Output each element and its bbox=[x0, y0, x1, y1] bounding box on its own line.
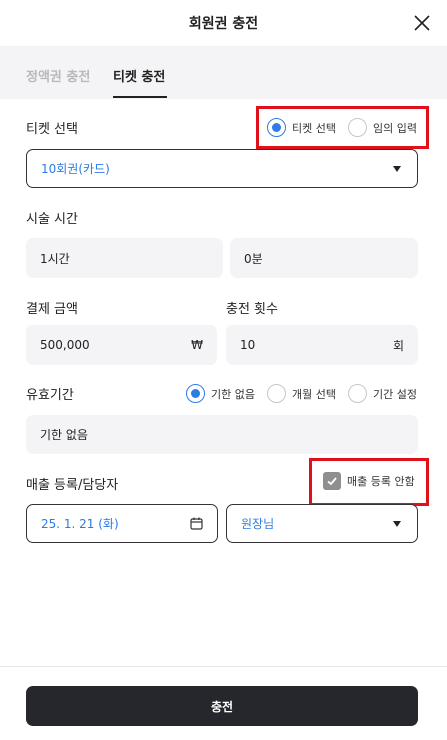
minutes-value: 0분 bbox=[244, 251, 263, 266]
caret-down-icon bbox=[393, 520, 401, 527]
radio-no-expiry[interactable]: 기한 없음 bbox=[186, 384, 255, 403]
hours-value: 1시간 bbox=[40, 251, 70, 266]
caret-down-icon bbox=[393, 165, 401, 172]
payment-amount-value: 500,000 bbox=[40, 338, 90, 352]
won-unit: ₩ bbox=[191, 338, 203, 352]
validity-field[interactable]: 기한 없음 bbox=[26, 415, 418, 454]
treatment-time-label: 시술 시간 bbox=[26, 212, 78, 227]
radio-label: 기간 설정 bbox=[373, 387, 417, 401]
tab-ticket-recharge[interactable]: 티켓 충전 bbox=[113, 66, 165, 85]
validity-label: 유효기간 bbox=[26, 388, 74, 403]
staff-value: 원장님 bbox=[241, 517, 275, 531]
radio-label: 티켓 선택 bbox=[292, 121, 336, 135]
radio-button[interactable] bbox=[348, 118, 367, 137]
radio-label: 개월 선택 bbox=[292, 387, 336, 401]
check-icon bbox=[327, 477, 337, 486]
payment-amount-label: 결제 금액 bbox=[26, 302, 78, 317]
date-value: 25. 1. 21 (화) bbox=[41, 517, 119, 531]
minutes-field[interactable]: 0분 bbox=[230, 238, 418, 278]
hours-field[interactable]: 1시간 bbox=[26, 238, 223, 278]
radio-period-setting[interactable]: 기간 설정 bbox=[348, 384, 417, 403]
date-picker[interactable]: 25. 1. 21 (화) bbox=[26, 504, 218, 543]
validity-value: 기한 없음 bbox=[40, 428, 88, 442]
radio-ticket-select[interactable]: 티켓 선택 bbox=[267, 118, 336, 137]
tab-prepaid-recharge[interactable]: 정액권 충전 bbox=[26, 66, 90, 85]
radio-label: 기한 없음 bbox=[211, 387, 255, 401]
active-tab-indicator bbox=[113, 96, 167, 98]
ticket-dropdown-value: 10회권(카드) bbox=[41, 162, 110, 176]
close-icon bbox=[414, 15, 430, 31]
payment-amount-input[interactable]: 500,000 ₩ bbox=[26, 325, 217, 365]
radio-label: 임의 입력 bbox=[373, 121, 417, 135]
radio-month-select[interactable]: 개월 선택 bbox=[267, 384, 336, 403]
radio-button-checked[interactable] bbox=[267, 118, 286, 137]
checkbox-checked[interactable] bbox=[323, 472, 341, 490]
close-button[interactable] bbox=[411, 12, 433, 34]
checkbox-label: 매출 등록 안함 bbox=[347, 475, 415, 488]
ticket-select-label: 티켓 선택 bbox=[26, 122, 78, 137]
charge-count-label: 충전 횟수 bbox=[226, 302, 278, 317]
no-sales-register-checkbox[interactable]: 매출 등록 안함 bbox=[323, 472, 415, 490]
footer-divider bbox=[0, 666, 447, 667]
sales-register-label: 매출 등록/담당자 bbox=[26, 478, 119, 493]
charge-count-value: 10 bbox=[240, 338, 256, 352]
radio-manual-input[interactable]: 임의 입력 bbox=[348, 118, 417, 137]
modal-title: 회원권 충전 bbox=[188, 16, 259, 32]
charge-button[interactable]: 충전 bbox=[26, 686, 418, 726]
modal-header: 회원권 충전 bbox=[0, 0, 447, 46]
calendar-icon bbox=[190, 517, 203, 530]
radio-button-checked[interactable] bbox=[186, 384, 205, 403]
count-unit: 회 bbox=[392, 338, 404, 353]
ticket-dropdown[interactable]: 10회권(카드) bbox=[26, 149, 418, 188]
radio-button[interactable] bbox=[267, 384, 286, 403]
radio-button[interactable] bbox=[348, 384, 367, 403]
tab-bar: 정액권 충전 티켓 충전 bbox=[0, 46, 447, 99]
staff-dropdown[interactable]: 원장님 bbox=[226, 504, 418, 543]
charge-count-input[interactable]: 10 회 bbox=[226, 325, 418, 365]
